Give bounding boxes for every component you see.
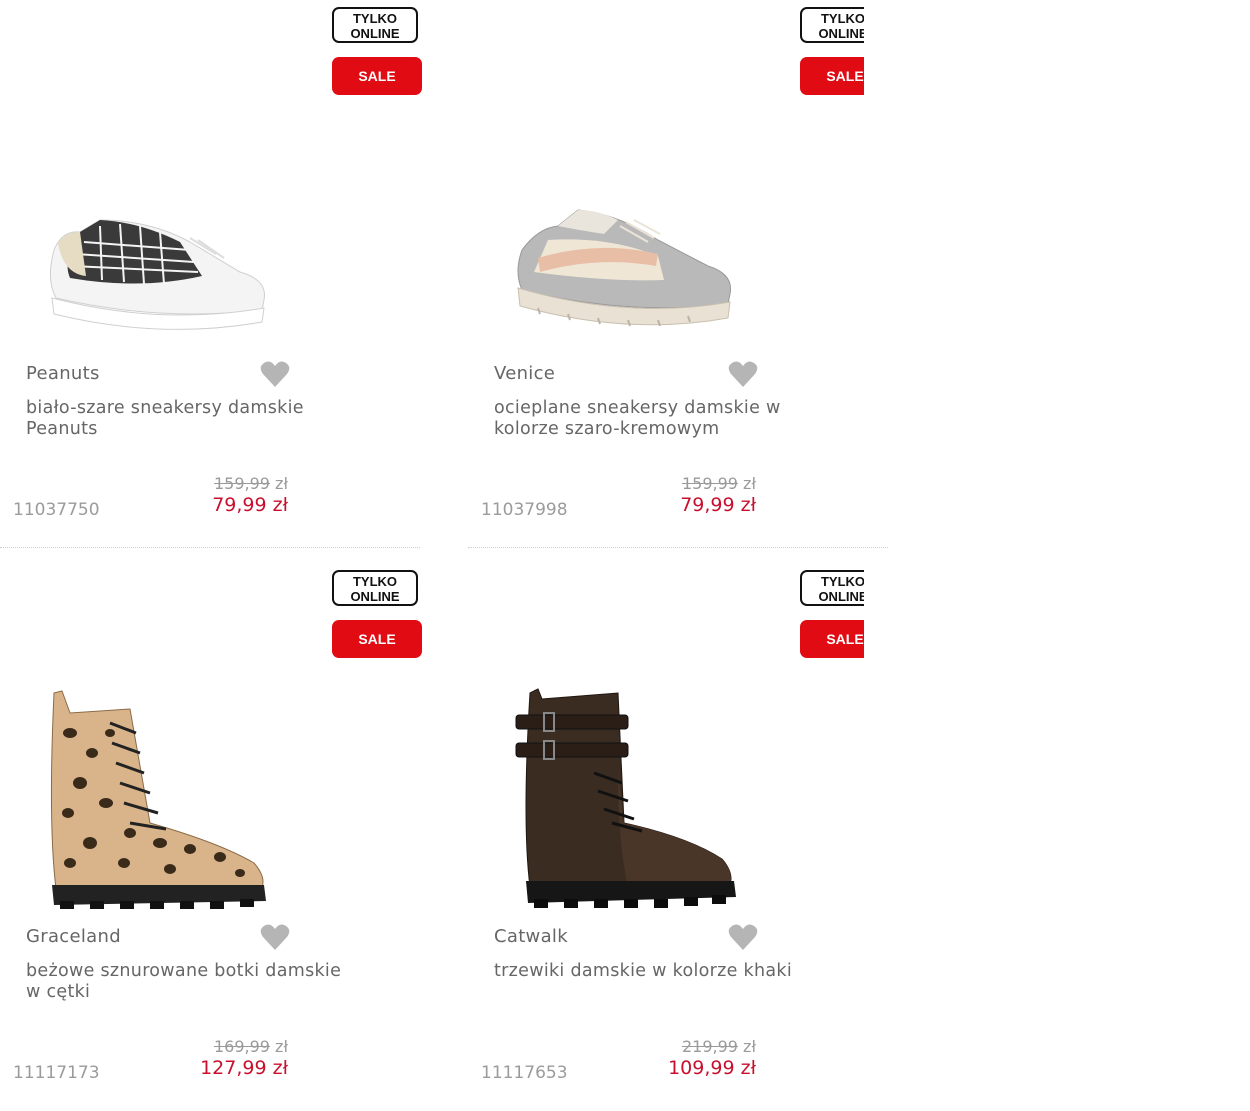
badge-group: TYLKO ONLINE SALE xyxy=(800,7,864,95)
old-price-currency: zł xyxy=(743,1037,756,1056)
row-divider xyxy=(0,547,420,548)
sale-badge: SALE xyxy=(332,57,422,95)
badge-line: TYLKO xyxy=(820,574,864,589)
heart-icon[interactable] xyxy=(260,923,290,951)
product-card[interactable]: TYLKO ONLINE SALE Graceland beżowe sznur… xyxy=(0,563,422,1111)
old-price: 219,99 zł xyxy=(682,1037,756,1056)
heart-icon[interactable] xyxy=(728,923,758,951)
sale-price: 79,99 zł xyxy=(212,494,288,516)
badge-line: TYLKO xyxy=(820,11,864,26)
sale-price: 79,99 zł xyxy=(680,494,756,516)
badge-line: ONLINE xyxy=(818,589,864,604)
online-only-badge: TYLKO ONLINE xyxy=(800,7,864,43)
badge-line: ONLINE xyxy=(818,26,864,41)
old-price-currency: zł xyxy=(275,474,288,493)
product-image[interactable] xyxy=(40,180,280,350)
product-card[interactable]: TYLKO ONLINE SALE Peanuts biało-szare sn… xyxy=(0,0,422,548)
row-divider xyxy=(468,547,888,548)
old-price: 169,99 zł xyxy=(214,1037,288,1056)
product-title[interactable]: trzewiki damskie w kolorze khaki xyxy=(494,961,814,982)
product-image[interactable] xyxy=(40,673,280,913)
old-price: 159,99 zł xyxy=(682,474,756,493)
old-price-value: 169,99 xyxy=(213,1037,270,1056)
product-brand[interactable]: Venice xyxy=(494,363,555,384)
product-sku: 11037998 xyxy=(481,500,568,520)
old-price-value: 159,99 xyxy=(213,474,270,493)
product-brand[interactable]: Catwalk xyxy=(494,926,568,947)
sale-price: 127,99 zł xyxy=(200,1057,288,1079)
product-title[interactable]: ocieplane sneakersy damskie w kolorze sz… xyxy=(494,398,814,439)
old-price-currency: zł xyxy=(743,474,756,493)
product-card[interactable]: TYLKO ONLINE SALE Catwalk trzewiki damsk… xyxy=(468,563,888,1111)
product-sku: 11117653 xyxy=(481,1063,568,1083)
badge-group: TYLKO ONLINE SALE xyxy=(800,570,864,658)
online-only-badge: TYLKO ONLINE xyxy=(332,7,418,43)
product-brand[interactable]: Graceland xyxy=(26,926,121,947)
heart-icon[interactable] xyxy=(728,360,758,388)
badge-group: TYLKO ONLINE SALE xyxy=(332,7,422,95)
sale-badge: SALE xyxy=(332,620,422,658)
sale-badge: SALE xyxy=(800,57,864,95)
old-price-value: 159,99 xyxy=(681,474,738,493)
online-only-badge: TYLKO ONLINE xyxy=(332,570,418,606)
badge-group: TYLKO ONLINE SALE xyxy=(332,570,422,658)
heart-icon[interactable] xyxy=(260,360,290,388)
badge-line: TYLKO xyxy=(352,574,398,589)
product-card[interactable]: TYLKO ONLINE SALE Venice ocieplane sneak… xyxy=(468,0,888,548)
product-sku: 11117173 xyxy=(13,1063,100,1083)
badge-line: TYLKO xyxy=(352,11,398,26)
badge-line: ONLINE xyxy=(350,589,400,604)
product-title[interactable]: beżowe sznurowane botki damskie w cętki xyxy=(26,961,346,1002)
old-price-value: 219,99 xyxy=(681,1037,738,1056)
badge-line: ONLINE xyxy=(350,26,400,41)
product-image[interactable] xyxy=(508,180,748,350)
old-price: 159,99 zł xyxy=(214,474,288,493)
product-brand[interactable]: Peanuts xyxy=(26,363,100,384)
sale-price: 109,99 zł xyxy=(668,1057,756,1079)
product-image[interactable] xyxy=(508,673,748,913)
old-price-currency: zł xyxy=(275,1037,288,1056)
product-sku: 11037750 xyxy=(13,500,100,520)
online-only-badge: TYLKO ONLINE xyxy=(800,570,864,606)
sale-badge: SALE xyxy=(800,620,864,658)
product-title[interactable]: biało-szare sneakersy damskie Peanuts xyxy=(26,398,346,439)
